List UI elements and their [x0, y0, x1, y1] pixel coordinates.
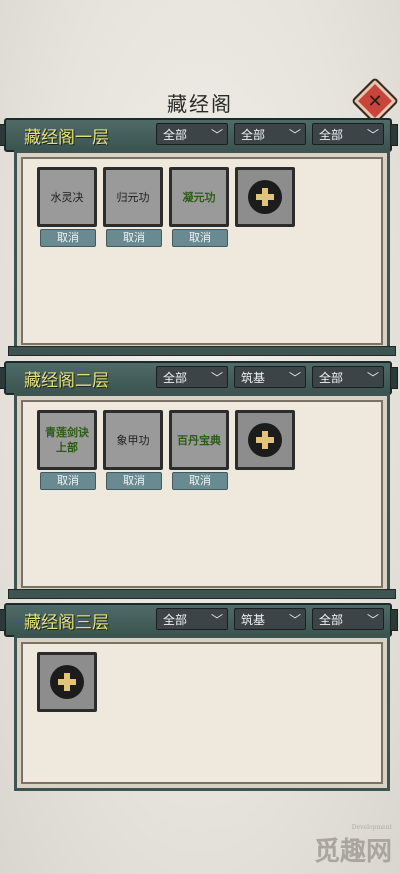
watermark-sub: Development	[351, 824, 392, 831]
cancel-button[interactable]: 取消	[106, 472, 162, 490]
filter-dropdown-1[interactable]: 全部 ﹀	[156, 608, 228, 630]
filter-dropdown-1[interactable]: 全部 ﹀	[156, 123, 228, 145]
add-book-slot[interactable]	[235, 167, 295, 227]
filter-dropdown-3[interactable]: 全部 ﹀	[312, 366, 384, 388]
filter-dropdown-2[interactable]: 筑基 ﹀	[234, 366, 306, 388]
book-slot[interactable]: 水灵决	[37, 167, 97, 227]
floor-header: 藏经阁二层 全部 ﹀ 筑基 ﹀ 全部 ﹀	[0, 361, 398, 395]
chevron-down-icon: ﹀	[366, 613, 379, 627]
cancel-button[interactable]: 取消	[172, 472, 228, 490]
panel-rim	[8, 346, 396, 356]
chevron-down-icon: ﹀	[288, 613, 301, 627]
cancel-button[interactable]: 取消	[106, 229, 162, 247]
chevron-down-icon: ﹀	[288, 128, 301, 142]
add-book-slot[interactable]	[37, 652, 97, 712]
cancel-button[interactable]: 取消	[172, 229, 228, 247]
panel-rim	[8, 589, 396, 599]
book-name: 水灵决	[40, 170, 94, 224]
dropdown-value: 全部	[241, 128, 266, 142]
floor-name: 藏经阁三层	[24, 613, 109, 633]
book-name: 归元功	[106, 170, 160, 224]
dropdown-value: 全部	[163, 613, 188, 627]
floor-header: 藏经阁一层 全部 ﹀ 全部 ﹀ 全部 ﹀	[0, 118, 398, 152]
chevron-down-icon: ﹀	[210, 128, 223, 142]
dropdown-value: 全部	[319, 613, 344, 627]
dropdown-value: 筑基	[241, 613, 266, 627]
book-slot[interactable]: 象甲功	[103, 410, 163, 470]
book-name: 象甲功	[106, 413, 160, 467]
filter-dropdown-3[interactable]: 全部 ﹀	[312, 608, 384, 630]
dropdown-value: 全部	[319, 128, 344, 142]
chevron-down-icon: ﹀	[210, 613, 223, 627]
chevron-down-icon: ﹀	[366, 371, 379, 385]
chevron-down-icon: ﹀	[288, 371, 301, 385]
floor-panel: 水灵决 取消 归元功 取消 凝元功 取消	[14, 150, 390, 352]
book-slot[interactable]: 青莲剑诀上部	[37, 410, 97, 470]
dropdown-value: 筑基	[241, 371, 266, 385]
cancel-button[interactable]: 取消	[40, 229, 96, 247]
chevron-down-icon: ﹀	[210, 371, 223, 385]
filter-dropdown-2[interactable]: 全部 ﹀	[234, 123, 306, 145]
watermark: Development 觅趣网	[314, 824, 392, 868]
floor-name: 藏经阁一层	[24, 128, 109, 148]
dropdown-value: 全部	[163, 128, 188, 142]
book-slot[interactable]: 归元功	[103, 167, 163, 227]
book-slot[interactable]: 凝元功	[169, 167, 229, 227]
add-book-slot[interactable]	[235, 410, 295, 470]
plus-icon	[248, 423, 282, 457]
close-icon: ✕	[367, 90, 383, 112]
plus-icon	[50, 665, 84, 699]
plus-icon	[248, 180, 282, 214]
book-name: 凝元功	[172, 170, 226, 224]
chevron-down-icon: ﹀	[366, 128, 379, 142]
book-name: 青莲剑诀上部	[40, 413, 94, 467]
floor-panel: 青莲剑诀上部 取消 象甲功 取消 百丹宝典 取消	[14, 393, 390, 595]
filter-dropdown-2[interactable]: 筑基 ﹀	[234, 608, 306, 630]
book-name: 百丹宝典	[172, 413, 226, 467]
floor-name: 藏经阁二层	[24, 371, 109, 391]
dropdown-value: 全部	[163, 371, 188, 385]
page-title: 藏经阁	[167, 92, 233, 116]
floor-panel	[14, 635, 390, 791]
cancel-button[interactable]: 取消	[40, 472, 96, 490]
dropdown-value: 全部	[319, 371, 344, 385]
watermark-main: 觅趣网	[313, 837, 392, 867]
book-slot[interactable]: 百丹宝典	[169, 410, 229, 470]
filter-dropdown-1[interactable]: 全部 ﹀	[156, 366, 228, 388]
filter-dropdown-3[interactable]: 全部 ﹀	[312, 123, 384, 145]
floor-header: 藏经阁三层 全部 ﹀ 筑基 ﹀ 全部 ﹀	[0, 603, 398, 637]
